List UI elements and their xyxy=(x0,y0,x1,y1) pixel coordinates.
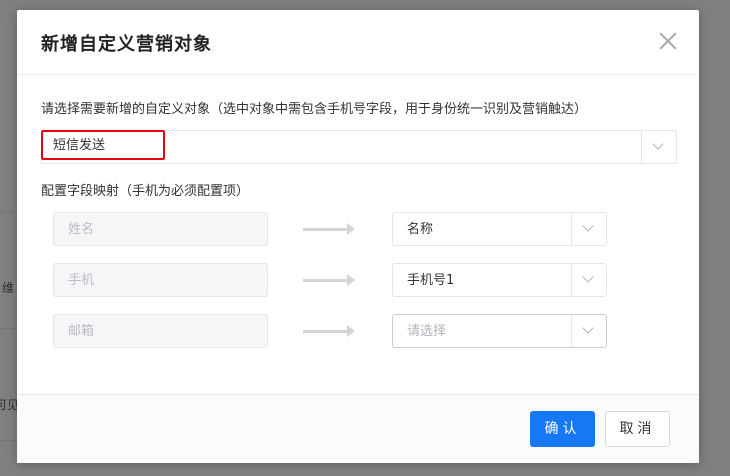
target-select-toggle[interactable] xyxy=(571,213,606,245)
target-select-name[interactable]: 名称 xyxy=(392,212,607,246)
target-select-toggle[interactable] xyxy=(571,264,606,296)
field-mapping-label: 配置字段映射（手机为必须配置项） xyxy=(41,184,250,199)
mapping-row-phone: 手机 手机号1 xyxy=(17,263,699,299)
dialog-title: 新增自定义营销对象 xyxy=(41,34,212,55)
target-select-placeholder: 请选择 xyxy=(407,324,447,339)
dialog-footer: 确认 取消 xyxy=(17,394,699,463)
object-instruction: 请选择需要新增的自定义对象（选中对象中需包含手机号字段，用于身份统一识别及营销触… xyxy=(41,102,588,117)
mapping-row-email: 邮箱 请选择 xyxy=(17,314,699,350)
target-select-toggle[interactable] xyxy=(571,315,606,347)
close-icon[interactable] xyxy=(657,30,679,52)
dialog-header: 新增自定义营销对象 xyxy=(17,10,699,75)
add-marketing-object-dialog: 新增自定义营销对象 请选择需要新增的自定义对象（选中对象中需包含手机号字段，用于… xyxy=(17,10,699,463)
background-partial-text: 维 xyxy=(2,281,15,295)
chevron-down-icon xyxy=(652,138,664,150)
cancel-button[interactable]: 取消 xyxy=(605,411,670,447)
arrow-right-icon xyxy=(303,274,355,286)
arrow-right-icon xyxy=(303,223,355,235)
arrow-right-icon xyxy=(303,325,355,337)
mapping-row-name: 姓名 名称 xyxy=(17,212,699,248)
object-select-value: 短信发送 xyxy=(41,130,165,160)
target-select-phone[interactable]: 手机号1 xyxy=(392,263,607,297)
chevron-down-icon xyxy=(582,271,594,283)
source-field-phone: 手机 xyxy=(53,263,268,297)
target-select-email[interactable]: 请选择 xyxy=(392,314,607,348)
source-field-email: 邮箱 xyxy=(53,314,268,348)
confirm-button[interactable]: 确认 xyxy=(530,411,595,447)
chevron-down-icon xyxy=(582,220,594,232)
chevron-down-icon xyxy=(582,322,594,334)
background-divider xyxy=(0,212,17,213)
background-divider xyxy=(0,440,17,441)
source-field-name: 姓名 xyxy=(53,212,268,246)
target-select-value: 手机号1 xyxy=(407,273,455,288)
object-select-toggle[interactable] xyxy=(641,131,676,163)
object-select[interactable]: 短信发送 xyxy=(41,130,677,164)
target-select-value: 名称 xyxy=(407,222,434,237)
background-divider xyxy=(0,328,17,329)
